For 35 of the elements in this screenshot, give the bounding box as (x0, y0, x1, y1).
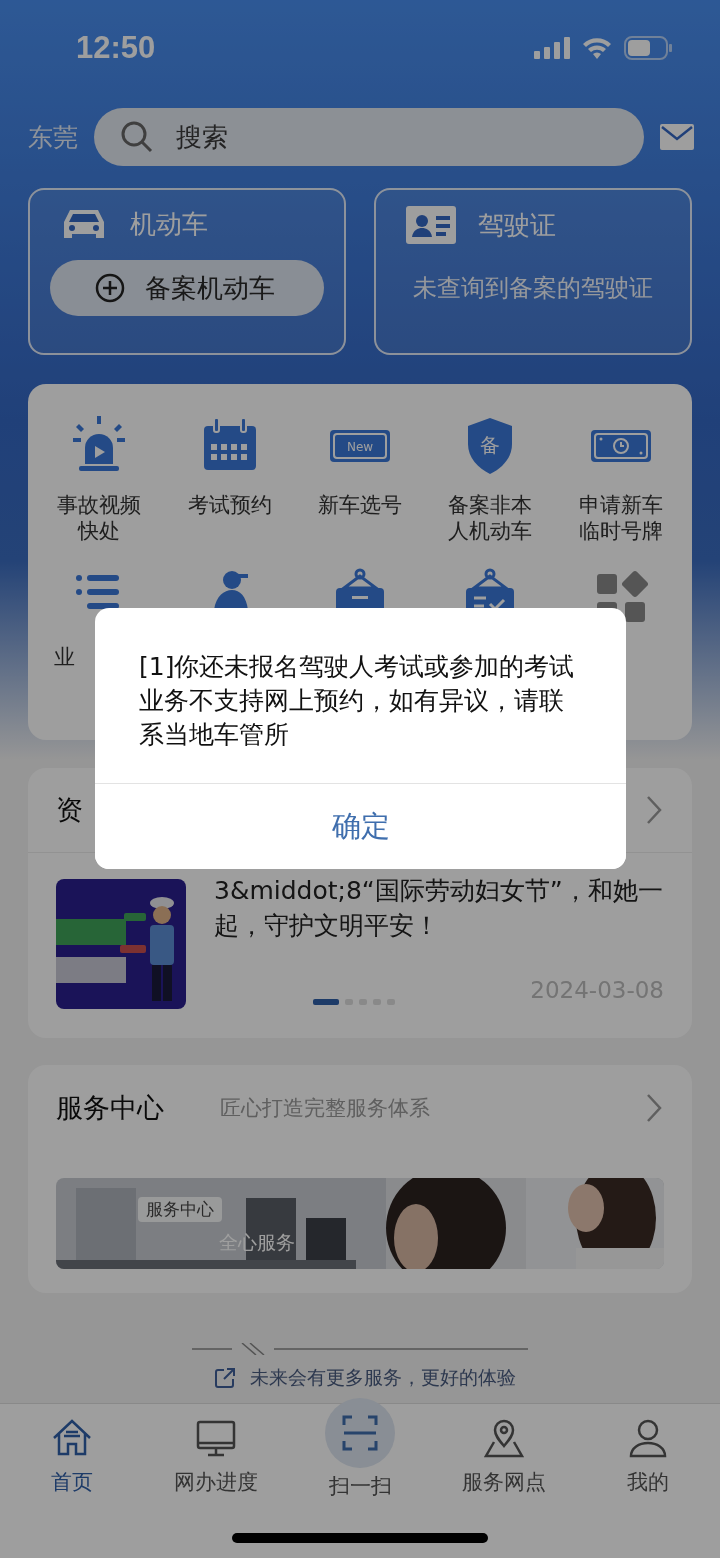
search-icon (120, 120, 154, 154)
service-label[interactable]: 考试预约 (184, 492, 275, 519)
status-time: 12:50 (76, 29, 156, 66)
id-card-icon (406, 206, 456, 244)
shield-glyph: 备 (480, 433, 501, 457)
license-status-text: 未查询到备案的驾驶证 (413, 273, 653, 304)
new-label: New (346, 440, 374, 454)
card-title: 驾驶证 (478, 208, 556, 242)
confirm-button[interactable]: 确定 (95, 783, 626, 870)
share-icon[interactable] (214, 1367, 236, 1389)
section-subtitle: 匠心打造完整服务体系 (220, 1094, 430, 1122)
tab-item[interactable]: 首页 (0, 1416, 144, 1500)
signal-icon (534, 36, 570, 59)
tab-item[interactable]: 我的 (576, 1416, 720, 1500)
service-label[interactable]: 事故视频快处 (54, 492, 145, 545)
card-title: 机动车 (130, 207, 208, 241)
dialog-message: [1]你还未报名驾驶人考试或参加的考试业务不支持网上预约，如有异议，请联系当地车管所 (138, 651, 576, 751)
tab-item[interactable]: 服务网点 (432, 1416, 576, 1500)
tab-item[interactable]: 扫一扫 (288, 1398, 432, 1500)
news-headline[interactable]: 3&middot;8“国际劳动妇女节”，和她一起，守护文明平安！ (214, 873, 664, 943)
footer-text: 未来会有更多服务，更好的体验 (250, 1365, 516, 1390)
banner-tag: 服务中心 (138, 1197, 222, 1222)
service-label[interactable]: 申请新车临时号牌 (575, 492, 666, 545)
tab-item[interactable]: 网办进度 (144, 1416, 288, 1500)
section-title: 资 (56, 793, 83, 827)
wifi-icon (582, 36, 612, 59)
city-selector[interactable]: 东莞 (28, 120, 78, 154)
chevron-right-icon[interactable] (644, 794, 664, 826)
mail-icon[interactable] (660, 124, 694, 150)
service-label[interactable]: 备案非本人机动车 (445, 492, 536, 545)
service-label[interactable]: 新车选号 (314, 492, 406, 519)
section-title: 服务中心 (56, 1090, 164, 1125)
add-icon (95, 273, 125, 303)
register-vehicle-button[interactable]: 备案机动车 (50, 260, 324, 316)
search-field[interactable]: 搜索 (94, 108, 644, 166)
